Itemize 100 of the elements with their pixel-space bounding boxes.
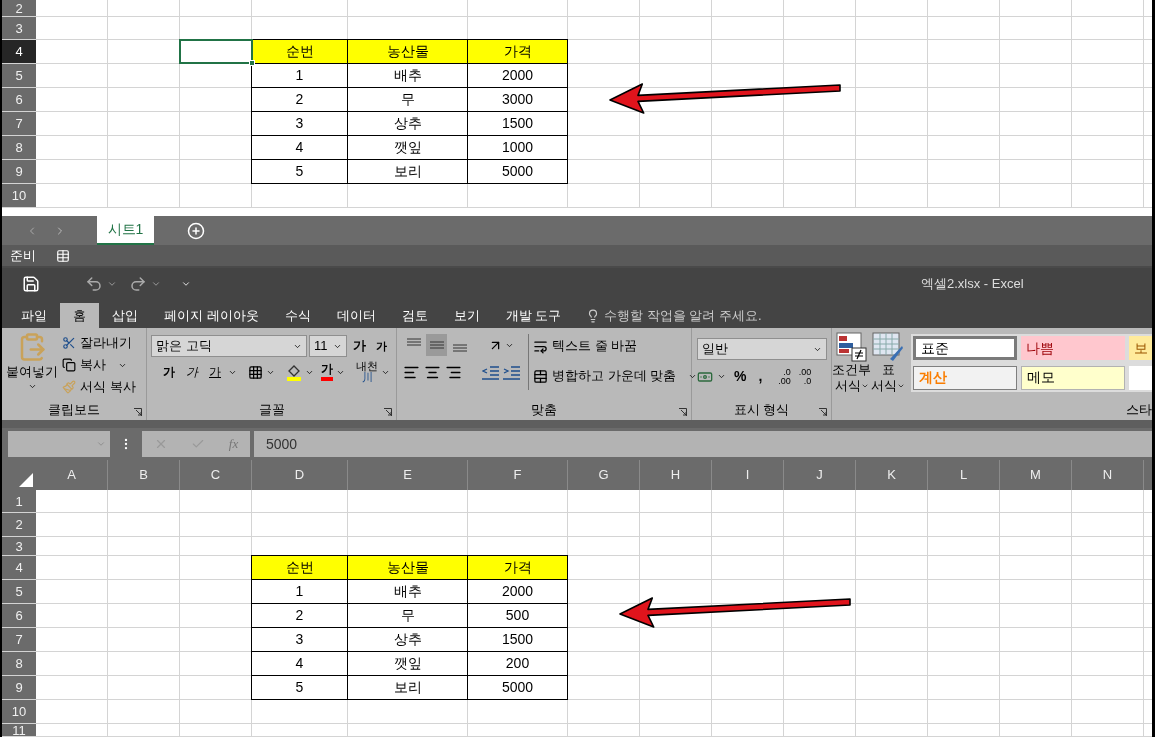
ribbon-tab[interactable]: 검토 — [388, 303, 441, 328]
formula-field[interactable]: 5000 — [254, 431, 1152, 457]
redo-icon[interactable] — [129, 275, 147, 293]
table-cell: 5000 — [468, 160, 568, 184]
sheet-tab[interactable]: 시트1 — [97, 216, 154, 245]
dialog-launcher-icon[interactable] — [679, 408, 687, 416]
paste-button[interactable]: 붙여넣기 — [2, 332, 62, 400]
table-cell: 1 — [251, 580, 348, 604]
borders-icon[interactable] — [248, 364, 263, 380]
merge-center-button[interactable]: 병합하고 가운데 맞춤 — [533, 364, 698, 388]
row-header[interactable]: 9 — [2, 676, 36, 699]
caret-icon[interactable] — [107, 279, 117, 289]
row-header[interactable]: 8 — [2, 652, 36, 675]
table-cell: 5 — [251, 676, 348, 700]
number-format-dropdown[interactable]: 일반 — [697, 338, 827, 360]
select-all-icon[interactable] — [19, 473, 33, 487]
undo-icon[interactable] — [85, 275, 103, 293]
percent-button[interactable]: % — [730, 366, 751, 387]
row-header[interactable]: 10 — [2, 184, 36, 207]
cell-style-item[interactable]: 나쁨 — [1021, 336, 1125, 360]
format-as-table-button[interactable]: 표 서식 — [871, 332, 905, 395]
row-header[interactable]: 3 — [2, 537, 36, 555]
row-header[interactable]: 7 — [2, 112, 36, 135]
ribbon-tab[interactable]: 보기 — [440, 303, 493, 328]
italic-button[interactable]: 가 — [182, 363, 202, 381]
row-header[interactable]: 6 — [2, 88, 36, 111]
decrease-indent-icon[interactable] — [482, 365, 499, 380]
row-header[interactable]: 5 — [2, 580, 36, 603]
ribbon-tab[interactable]: 파일 — [8, 303, 60, 328]
format-painter-button[interactable]: 서식 복사 — [62, 376, 136, 398]
dialog-launcher-icon[interactable] — [134, 408, 142, 416]
align-center-icon[interactable] — [424, 364, 441, 381]
fill-color-icon[interactable] — [286, 363, 302, 381]
conditional-formatting-button[interactable]: 조건부 서식 — [832, 332, 871, 395]
cell-style-item[interactable]: 메모 — [1021, 365, 1125, 390]
copy-icon — [62, 358, 76, 372]
ribbon-tab[interactable]: 개발 도구 — [492, 303, 575, 328]
tell-me-field[interactable]: 수행할 작업을 알려 주세요. — [586, 303, 762, 328]
ribbon-tab[interactable]: 수식 — [271, 303, 324, 328]
ribbon-tab[interactable]: 홈 — [60, 303, 99, 328]
table-cell: 200 — [468, 652, 568, 676]
table-cell: 3 — [251, 628, 348, 652]
row-header[interactable]: 2 — [2, 0, 36, 16]
increase-indent-icon[interactable] — [503, 365, 520, 380]
wrap-text-button[interactable]: 텍스트 줄 바꿈 — [533, 334, 698, 358]
row-header[interactable]: 2 — [2, 513, 36, 536]
cell-style-item[interactable]: 보 — [1129, 336, 1152, 360]
group-label: 맞춤 — [531, 401, 557, 419]
row-header[interactable]: 9 — [2, 160, 36, 183]
cell-style-item[interactable]: 표준 — [913, 336, 1017, 360]
cut-button[interactable]: 잘라내기 — [62, 332, 136, 354]
row-header[interactable]: 11 — [2, 724, 36, 736]
comma-button[interactable]: , — [754, 366, 767, 387]
save-icon[interactable] — [22, 275, 40, 293]
row-header[interactable]: 4 — [2, 556, 36, 579]
grow-font-button[interactable]: 가 — [349, 336, 370, 356]
align-right-icon[interactable] — [445, 364, 462, 381]
sheet-view-icon[interactable] — [56, 248, 70, 263]
align-left-icon[interactable] — [403, 364, 420, 381]
row-header[interactable]: 8 — [2, 136, 36, 159]
table-cell: 무 — [348, 88, 468, 112]
customize-toolbar-icon[interactable] — [181, 279, 191, 289]
shrink-font-button[interactable]: 가 — [372, 337, 391, 355]
add-sheet-icon[interactable] — [187, 221, 205, 240]
table-cell: 깻잎 — [348, 136, 468, 160]
table-cell: 배추 — [348, 64, 468, 88]
table-header-cell: 농산물 — [348, 555, 468, 580]
bold-button[interactable]: 가 — [159, 363, 179, 381]
table-cell: 무 — [348, 604, 468, 628]
table-cell: 1500 — [468, 628, 568, 652]
decrease-decimal-button[interactable]: .00 .0 — [798, 367, 812, 386]
dialog-launcher-icon[interactable] — [384, 408, 392, 416]
table-header-cell: 농산물 — [348, 39, 468, 64]
row-header[interactable]: 4 — [2, 40, 36, 63]
font-name-dropdown[interactable]: 맑은 고딕 — [151, 335, 307, 357]
group-label: 클립보드 — [48, 401, 100, 419]
ribbon-tab[interactable]: 삽입 — [99, 303, 151, 328]
ribbon-tab[interactable]: 페이지 레이아웃 — [151, 303, 272, 328]
table-header-cell: 가격 — [468, 39, 568, 64]
row-header[interactable]: 10 — [2, 700, 36, 723]
row-header[interactable]: 1 — [2, 490, 36, 512]
table-cell: 보리 — [348, 160, 468, 184]
lines-icon — [452, 344, 467, 352]
ribbon-tab[interactable]: 데이터 — [323, 303, 389, 328]
fill-handle[interactable] — [249, 60, 255, 66]
increase-decimal-button[interactable]: .0 .00 — [778, 367, 791, 386]
table-cell: 상추 — [348, 112, 468, 136]
font-color-button[interactable]: 가 — [321, 363, 333, 381]
copy-button[interactable]: 복사 — [62, 354, 136, 376]
underline-button[interactable]: 가 — [205, 363, 225, 381]
phonetic-button[interactable]: 내천 川 — [356, 361, 378, 383]
caret-icon[interactable] — [151, 279, 161, 289]
dialog-launcher-icon[interactable] — [819, 408, 827, 416]
lines-icon — [406, 338, 421, 346]
row-header[interactable]: 3 — [2, 17, 36, 39]
row-header[interactable]: 5 — [2, 64, 36, 87]
font-size-dropdown[interactable]: 11 — [309, 335, 347, 357]
row-header[interactable]: 7 — [2, 628, 36, 651]
row-header[interactable]: 6 — [2, 604, 36, 627]
caret-icon[interactable] — [717, 372, 726, 381]
